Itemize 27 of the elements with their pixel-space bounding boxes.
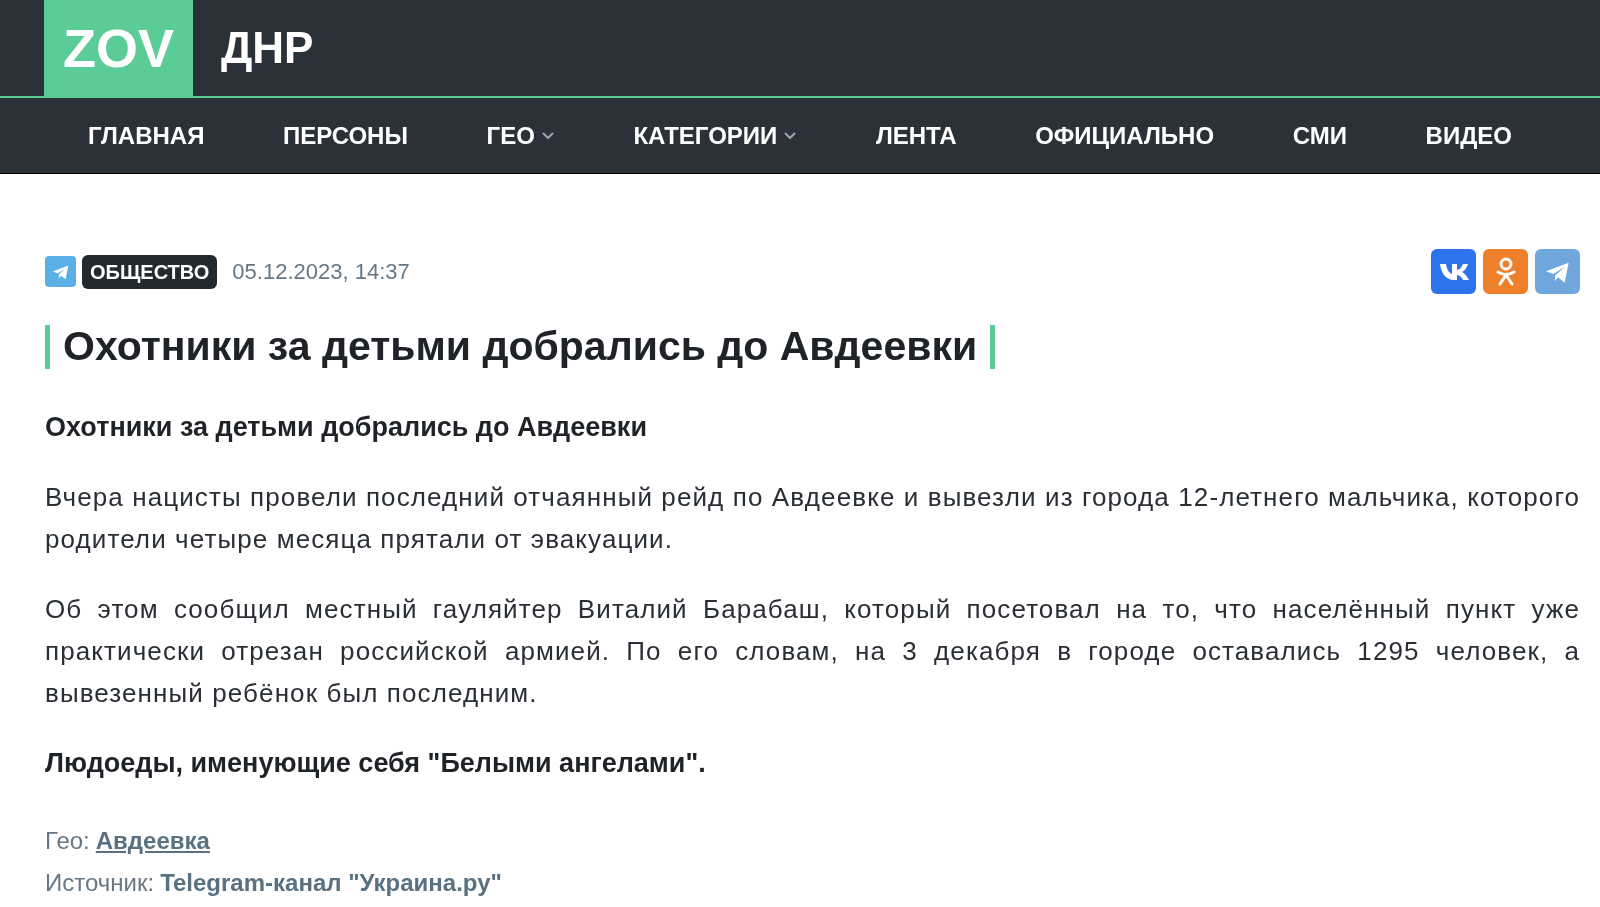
nav-link[interactable]: ВИДЕО (1425, 117, 1512, 154)
source-label: Источник: (45, 867, 155, 898)
vk-logo-icon (1438, 261, 1469, 282)
ok-logo-icon (1494, 256, 1517, 287)
vk-share-button[interactable] (1431, 249, 1476, 294)
site-name: ДНР (221, 22, 314, 74)
article-title: Охотники за детьми добрались до Авдеевки (63, 322, 978, 371)
bold-paragraph: Охотники за детьми добрались до Авдеевки (45, 410, 648, 444)
geo-link[interactable]: Авдеевка (95, 819, 210, 862)
article-paragraph: Об этом сообщил местный гауляйтер Виталий Барабаш, который посетовал на то, что населённый пункт уже практически отрезан российской армией. По его словам, на 3 декабря в городе оставались 1295 человек, а вывезенный ребёнок был последним. (45, 592, 1580, 710)
nav-link[interactable]: СМИ (1292, 117, 1347, 154)
nav-link[interactable]: ГЛАВНАЯ (88, 117, 205, 154)
article-paragraph: Вчера нацисты провели последний отчаянный рейд по Авдеевке и вывезли из города 12-летнего мальчика, которого родители четыре месяца прятали от эвакуации. (45, 480, 1580, 556)
ok-share-button[interactable] (1483, 249, 1528, 294)
chevron-down-icon (540, 131, 555, 140)
telegram-share-button[interactable] (1535, 249, 1580, 294)
nav-link[interactable]: ГЕО (486, 117, 555, 154)
source-name: Telegram-канал "Украина.ру" (160, 867, 502, 898)
chevron-down-icon (783, 131, 798, 140)
nav-link[interactable]: ОФИЦИАЛЬНО (1035, 117, 1215, 154)
bold-paragraph: Людоеды, именующие себя "Белыми ангелами". (45, 746, 707, 780)
nav-link[interactable]: ПЕРСОНЫ (283, 117, 408, 154)
nav-link[interactable]: КАТЕГОРИИ (633, 117, 798, 154)
article-date: 05.12.2023, 14:37 (232, 258, 410, 286)
nav-link[interactable]: ЛЕНТА (875, 117, 957, 154)
category-tag[interactable]: ОБЩЕСТВО (82, 254, 218, 289)
geo-label: Гео: (45, 825, 90, 856)
